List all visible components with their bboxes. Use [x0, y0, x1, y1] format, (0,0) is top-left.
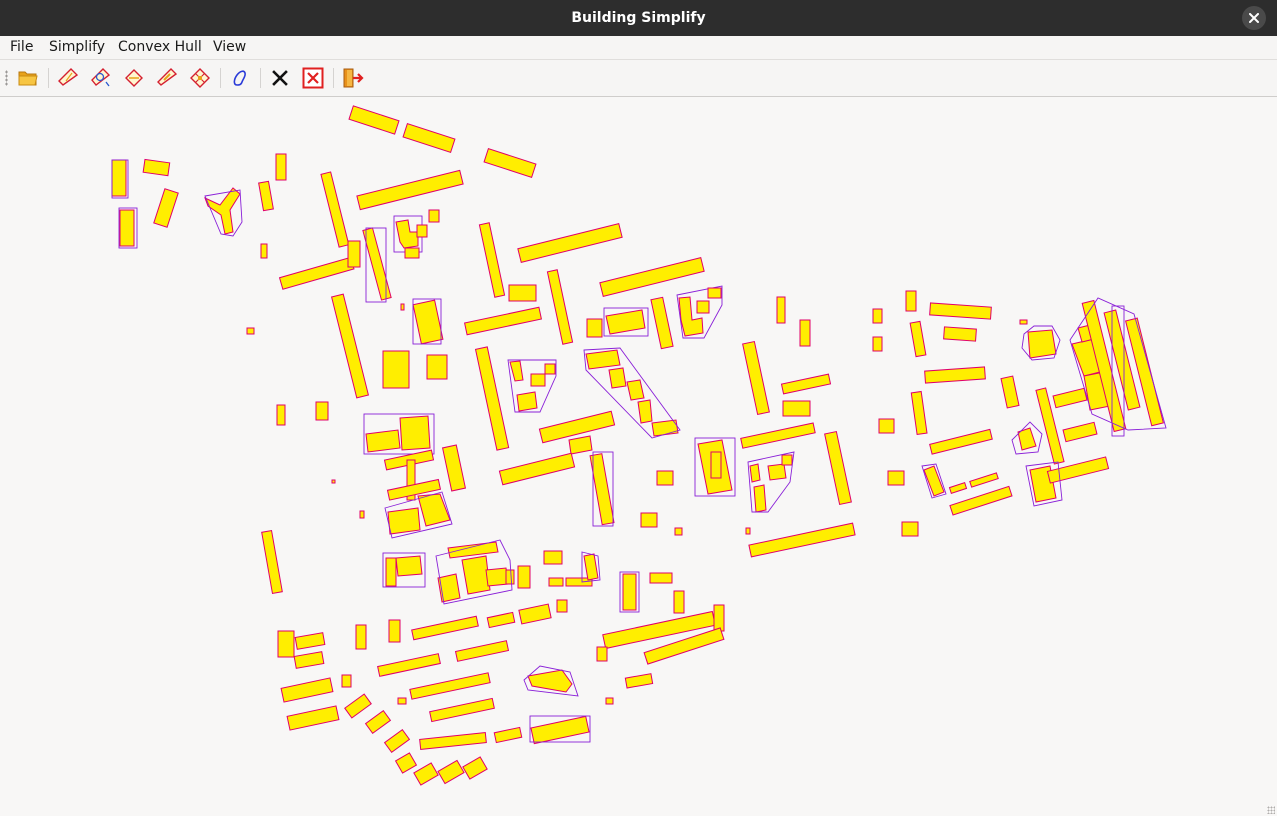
- simplify-diamond-icon: [125, 69, 143, 87]
- simplify-3-button[interactable]: [121, 65, 147, 91]
- clear-icon: [272, 70, 288, 86]
- simplify-1-button[interactable]: [55, 65, 81, 91]
- menu-view[interactable]: View: [212, 36, 247, 59]
- window-title: Building Simplify: [571, 10, 706, 26]
- toolbar-grip[interactable]: [5, 70, 8, 86]
- clear-button[interactable]: [267, 65, 293, 91]
- simplify-grid-icon: [190, 68, 210, 88]
- exit-button[interactable]: [340, 65, 366, 91]
- menu-bar: File Simplify Convex Hull View: [0, 36, 1277, 60]
- simplify-rotate-icon: [91, 68, 111, 87]
- menu-file[interactable]: File: [9, 36, 34, 59]
- convex-hull-button[interactable]: [227, 65, 253, 91]
- close-icon: [1249, 13, 1259, 23]
- simplify-5-button[interactable]: [187, 65, 213, 91]
- toolbar-separator: [260, 68, 261, 88]
- toolbar-separator: [48, 68, 49, 88]
- open-folder-button[interactable]: [15, 65, 41, 91]
- simplify-edge-icon: [157, 68, 178, 86]
- toolbar-separator: [333, 68, 334, 88]
- close-button[interactable]: [1242, 6, 1266, 30]
- menu-simplify[interactable]: Simplify: [48, 36, 106, 59]
- convex-hull-icon: [233, 70, 246, 86]
- building-map: [111, 105, 1167, 786]
- simplify-rectangle-icon: [58, 68, 79, 86]
- clear-all-button[interactable]: [300, 65, 326, 91]
- simplify-4-button[interactable]: [154, 65, 180, 91]
- menu-convex-hull[interactable]: Convex Hull: [117, 36, 203, 59]
- exit-icon: [343, 68, 364, 88]
- map-canvas[interactable]: [0, 97, 1277, 816]
- toolbar-separator: [220, 68, 221, 88]
- title-bar: Building Simplify: [0, 0, 1277, 36]
- clear-all-icon: [302, 67, 324, 89]
- toolbar: [0, 60, 1277, 97]
- folder-open-icon: [18, 71, 38, 86]
- resize-grip[interactable]: [1267, 806, 1275, 814]
- simplify-2-button[interactable]: [88, 65, 114, 91]
